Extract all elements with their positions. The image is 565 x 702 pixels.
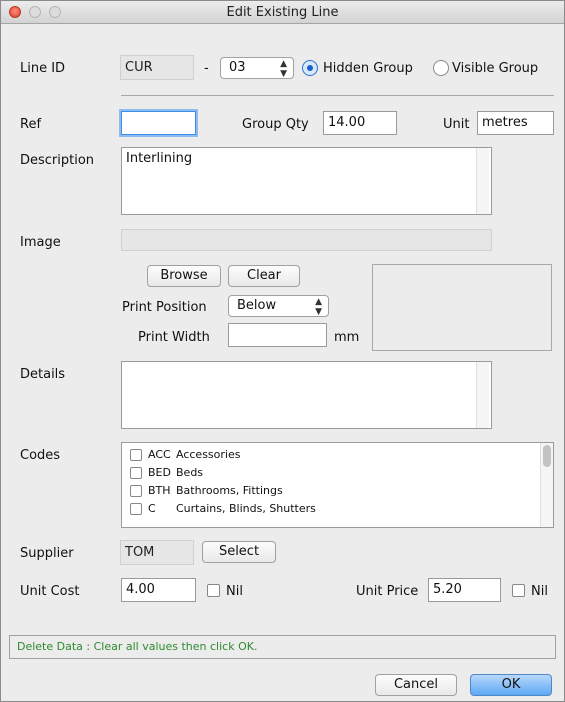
code-name: Beds [176,466,204,479]
hidden-group-label[interactable]: Hidden Group [323,61,413,76]
code-checkbox[interactable] [130,467,142,479]
window-title: Edit Existing Line [226,5,339,20]
supplier-field: TOM [120,540,194,565]
code-name: Curtains, Blinds, Shutters [176,502,316,515]
line-number-value: 03 [229,60,246,75]
unit-price-nil-label[interactable]: Nil [531,584,548,599]
image-preview [372,264,552,351]
line-number-stepper[interactable]: 03 ▲ ▼ [220,57,294,79]
description-label: Description [20,153,95,168]
code-name: Bathrooms, Fittings [176,484,283,497]
unit-cost-nil-checkbox[interactable] [207,584,220,597]
group-qty-input[interactable]: 14.00 [323,111,397,135]
ok-button[interactable]: OK [470,674,552,696]
codes-list: ACC Accessories BED Beds BTH Bathrooms, … [121,442,554,528]
stepper-arrows-icon: ▲ ▼ [280,59,287,79]
unit-cost-input[interactable]: 4.00 [121,578,196,602]
code-checkbox[interactable] [130,503,142,515]
ref-label: Ref [20,117,42,132]
description-textarea[interactable]: Interlining [121,147,492,215]
print-position-select[interactable]: Below ▲ ▼ [228,295,329,317]
print-position-label: Print Position [122,300,207,315]
edit-line-dialog: Edit Existing Line Line ID CUR - 03 ▲ ▼ H… [0,0,565,702]
visible-group-radio[interactable] [433,60,449,76]
unit-label: Unit [443,117,470,132]
group-qty-label: Group Qty [242,117,309,132]
print-width-unit: mm [334,330,360,345]
unit-cost-label: Unit Cost [20,584,80,599]
status-message: Delete Data : Clear all values then clic… [9,635,556,659]
select-supplier-button[interactable]: Select [202,541,276,563]
header-divider [121,95,554,96]
ref-input[interactable] [121,111,196,135]
codes-scrollbar[interactable] [540,443,553,527]
unit-price-label: Unit Price [356,584,419,599]
unit-input[interactable]: metres [477,111,554,135]
print-width-input[interactable] [228,323,327,347]
unit-price-nil-checkbox[interactable] [512,584,525,597]
unit-cost-nil-label[interactable]: Nil [226,584,243,599]
print-width-label: Print Width [138,330,210,345]
codes-scroll-thumb[interactable] [543,445,551,467]
clear-image-button[interactable]: Clear [228,265,300,287]
code-id: ACC [148,448,171,461]
description-scrollbar[interactable] [476,148,489,214]
code-id: BED [148,466,171,479]
cancel-button[interactable]: Cancel [375,674,457,696]
details-scrollbar[interactable] [476,362,489,428]
unit-price-input[interactable]: 5.20 [428,578,501,602]
code-id: C [148,502,156,515]
hidden-group-radio[interactable] [302,60,318,76]
line-id-prefix-field: CUR [120,55,194,80]
line-id-dash: - [204,61,209,76]
title-bar: Edit Existing Line [1,1,564,24]
code-name: Accessories [176,448,241,461]
image-label: Image [20,235,61,250]
select-arrows-icon: ▲ ▼ [315,297,322,317]
code-checkbox[interactable] [130,485,142,497]
visible-group-label[interactable]: Visible Group [452,61,538,76]
code-id: BTH [148,484,171,497]
print-position-value: Below [237,298,277,313]
description-text: Interlining [126,151,193,166]
code-checkbox[interactable] [130,449,142,461]
browse-button[interactable]: Browse [147,265,221,287]
line-id-label: Line ID [20,61,66,76]
codes-label: Codes [20,448,61,463]
supplier-label: Supplier [20,546,74,561]
details-textarea[interactable] [121,361,492,429]
details-label: Details [20,367,66,382]
image-path-field [121,229,492,251]
